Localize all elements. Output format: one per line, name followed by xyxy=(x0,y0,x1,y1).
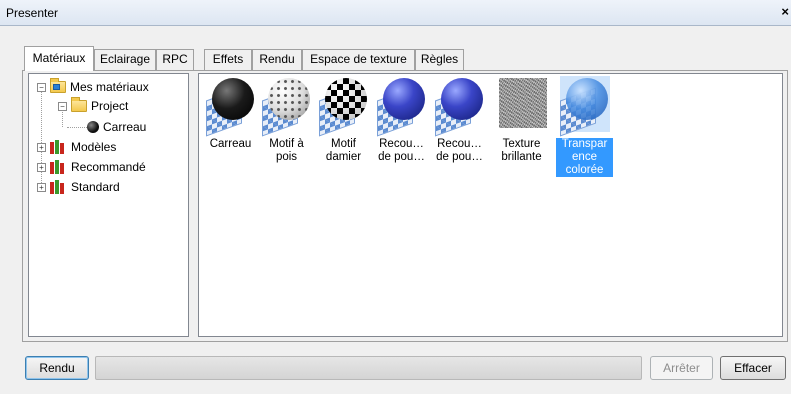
tree-item-standard[interactable]: + Standard xyxy=(37,178,120,196)
transparent-sphere-icon xyxy=(559,76,610,137)
material-item-texture-brillante[interactable]: Texture brillante xyxy=(493,76,550,164)
tree-item-label: Mes matériaux xyxy=(70,80,149,94)
material-sphere-icon xyxy=(87,121,99,133)
library-books-icon xyxy=(50,180,67,194)
window-title: Presenter xyxy=(6,6,59,20)
material-label: Texture brillante xyxy=(501,138,542,163)
material-label: Transpar ence colorée xyxy=(556,138,613,177)
library-books-icon xyxy=(50,160,67,174)
blue-sphere-icon xyxy=(376,76,427,137)
checker-sphere-icon xyxy=(318,76,369,137)
tree-item-label: Standard xyxy=(71,180,120,194)
tree-item-project[interactable]: − Project xyxy=(58,97,128,115)
tree-item-label: Modèles xyxy=(71,140,117,154)
render-button[interactable]: Rendu xyxy=(25,356,89,380)
tree-item-label: Carreau xyxy=(103,120,147,134)
expand-icon[interactable]: + xyxy=(37,182,46,192)
tab-eclairage[interactable]: Eclairage xyxy=(94,49,156,70)
material-item-carreau[interactable]: Carreau xyxy=(202,76,259,151)
tab-rendu[interactable]: Rendu xyxy=(252,49,302,70)
material-tree[interactable]: − Mes matériaux − Project Carreau + Modè… xyxy=(28,73,189,337)
tab-materiaux[interactable]: Matériaux xyxy=(24,46,94,71)
stop-button[interactable]: Arrêter xyxy=(650,356,713,380)
library-books-icon xyxy=(50,140,67,154)
material-item-recou-1[interactable]: Recou… de pou… xyxy=(373,76,430,164)
material-gallery[interactable]: Carreau Motif à pois Motif damier Recou…… xyxy=(198,73,783,337)
collapse-icon[interactable]: − xyxy=(58,101,67,111)
title-bar: Presenter × xyxy=(0,0,791,26)
close-icon[interactable]: × xyxy=(781,4,789,19)
material-item-motif-a-pois[interactable]: Motif à pois xyxy=(258,76,315,164)
noise-texture-icon xyxy=(497,76,547,132)
render-progress-bar xyxy=(95,356,642,380)
folder-icon xyxy=(71,97,87,112)
material-item-recou-2[interactable]: Recou… de pou… xyxy=(431,76,488,164)
material-label: Motif damier xyxy=(325,138,362,163)
material-label: Motif à pois xyxy=(269,138,304,163)
dotted-sphere-icon xyxy=(261,76,312,137)
tab-effets[interactable]: Effets xyxy=(204,49,252,70)
clear-button[interactable]: Effacer xyxy=(720,356,786,380)
collapse-icon[interactable]: − xyxy=(37,82,46,92)
tree-item-recommande[interactable]: + Recommandé xyxy=(37,158,146,176)
tree-item-mes-materiaux[interactable]: − Mes matériaux xyxy=(37,78,149,96)
tree-item-label: Project xyxy=(91,99,129,113)
tree-item-label: Recommandé xyxy=(71,160,146,174)
material-label: Recou… de pou… xyxy=(436,138,483,163)
expand-icon[interactable]: + xyxy=(37,142,46,152)
material-label: Carreau xyxy=(209,138,252,150)
expand-icon[interactable]: + xyxy=(37,162,46,172)
tab-regles[interactable]: Règles xyxy=(415,49,464,70)
tree-item-carreau[interactable]: Carreau xyxy=(87,118,146,136)
folder-user-icon xyxy=(50,78,66,93)
tab-espace-de-texture[interactable]: Espace de texture xyxy=(302,49,415,70)
tab-rpc[interactable]: RPC xyxy=(156,49,194,70)
material-label: Recou… de pou… xyxy=(378,138,425,163)
material-item-motif-damier[interactable]: Motif damier xyxy=(315,76,372,164)
material-item-transparence-coloree[interactable]: Transpar ence colorée xyxy=(556,76,613,177)
tree-item-modeles[interactable]: + Modèles xyxy=(37,138,116,156)
blue-sphere-icon xyxy=(434,76,485,137)
black-sphere-icon xyxy=(205,76,256,137)
